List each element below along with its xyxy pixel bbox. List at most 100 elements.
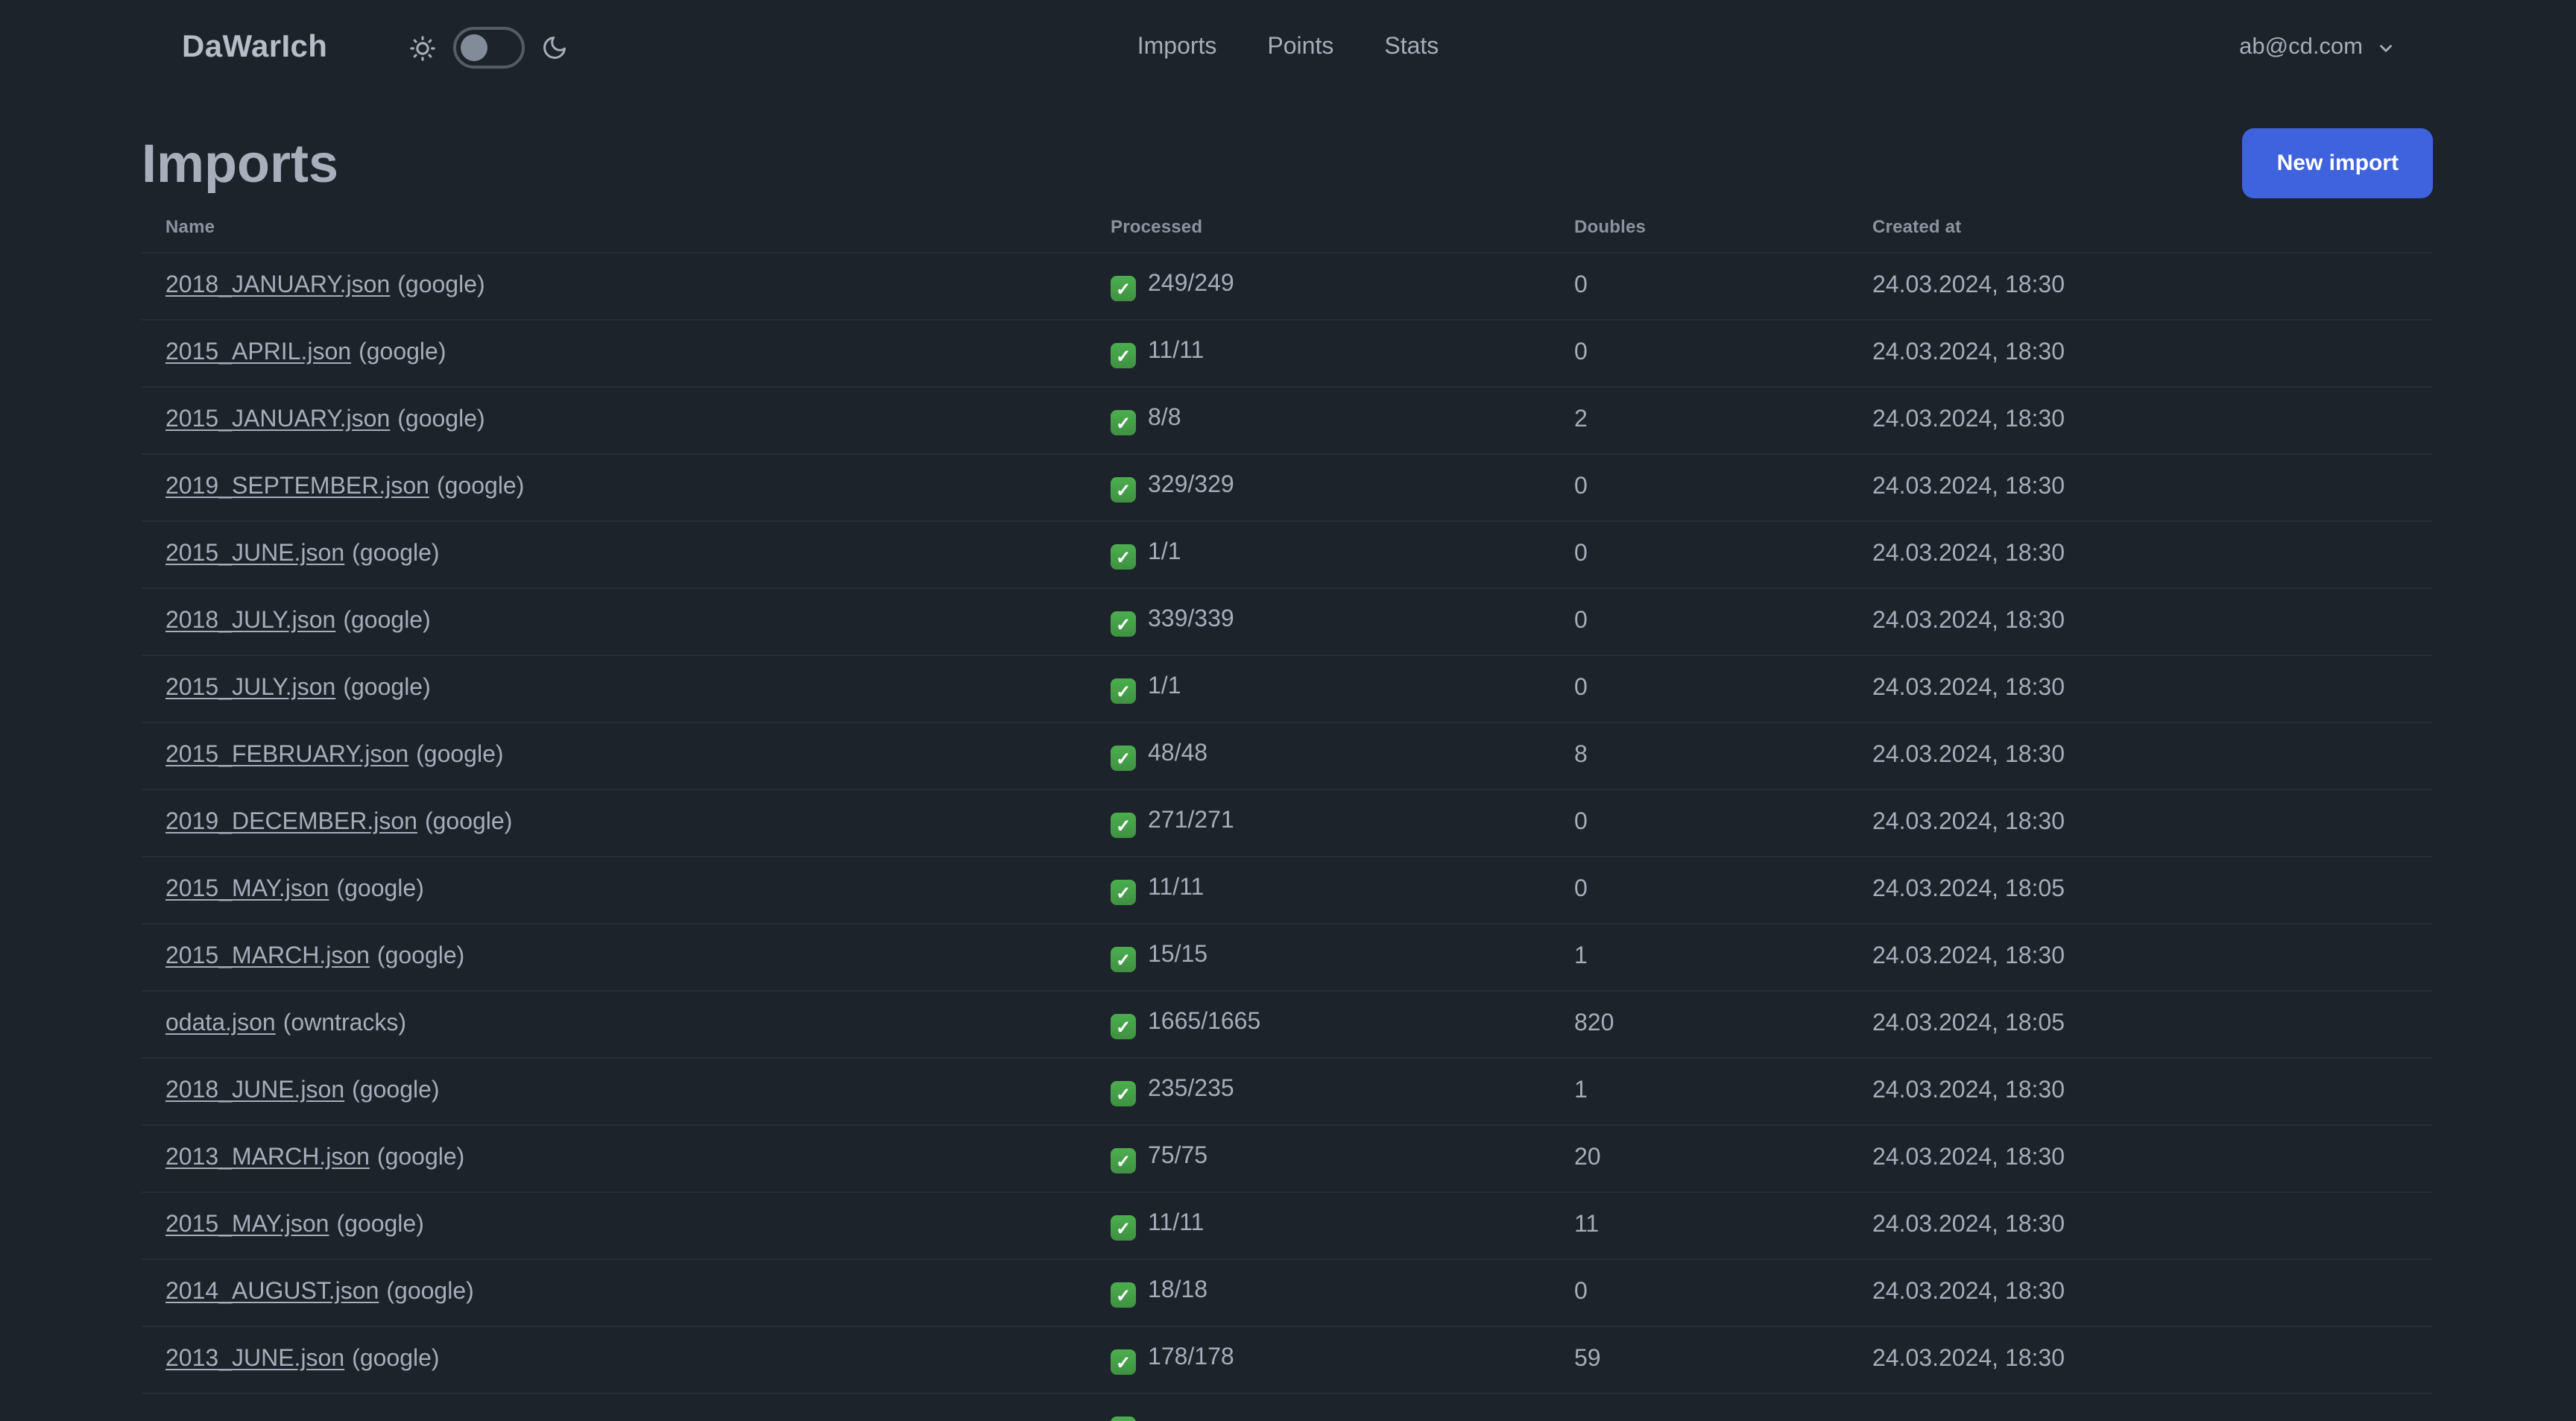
check-icon: ✓ (1111, 813, 1136, 839)
doubles-cell: 0 (1550, 521, 1849, 589)
created-at-cell: 24.03.2024, 18:30 (1849, 1058, 2433, 1126)
processed-cell: ✓ 329/329 (1087, 454, 1550, 522)
table-row: 2015_MAY.json (google) ✓ 11/11 11 24.03.20… (142, 1192, 2433, 1260)
doubles-cell: 0 (1550, 1259, 1849, 1327)
col-header-created-at: Created at (1849, 198, 2433, 253)
created-at-cell: 24.03.2024, 18:05 (1849, 857, 2433, 924)
processed-cell: ✓ 339/339 (1087, 588, 1550, 656)
name-cell: 2019_DECEMBER.json (google) (142, 790, 1087, 857)
theme-toggle-group (408, 27, 567, 69)
app-window: DaWarIch Imports Points Stats ab@cd.com (0, 0, 2576, 1421)
check-icon: ✓ (1111, 1148, 1136, 1174)
table-row: 2014_AUGUST.json (google) ✓ 18/18 0 24.03.… (142, 1259, 2433, 1327)
created-at-cell: 24.03.2024, 18:30 (1849, 521, 2433, 589)
import-file-link[interactable]: 2019_SEPTEMBER.json (165, 474, 429, 500)
check-icon: ✓ (1111, 880, 1136, 906)
col-header-doubles: Doubles (1550, 198, 1849, 253)
name-cell: 2015_MARCH.json (google) (142, 924, 1087, 992)
table-row: 2013_JUNE.json (google) ✓ 178/178 59 24.03… (142, 1326, 2433, 1394)
doubles-cell: 0 (1550, 253, 1849, 321)
import-file-link[interactable]: 2018_JULY.json (165, 608, 335, 634)
processed-cell: ✓ 1665/1665 (1087, 991, 1550, 1059)
processed-cell: ✓ 1/1 (1087, 655, 1550, 723)
name-cell (142, 1393, 1087, 1421)
imports-table-head: Name Processed Doubles Created at (142, 198, 2433, 253)
created-at-cell: 24.03.2024, 18:30 (1849, 454, 2433, 522)
doubles-cell: 1 (1550, 1058, 1849, 1126)
user-menu[interactable]: ab@cd.com (2239, 34, 2396, 61)
table-row: 2018_JUNE.json (google) ✓ 235/235 1 24.03.… (142, 1058, 2433, 1126)
processed-count: 15/15 (1148, 942, 1208, 968)
app-logo[interactable]: DaWarIch (182, 30, 327, 66)
processed-cell: ✓ 8/8 (1087, 387, 1550, 455)
import-file-link[interactable]: 2015_FEBRUARY.json (165, 743, 408, 768)
processed-count: 235/235 (1148, 1076, 1234, 1102)
import-file-link[interactable]: 2015_JULY.json (165, 675, 335, 701)
table-row: ✓ (142, 1393, 2433, 1421)
name-cell: 2015_JULY.json (google) (142, 655, 1087, 723)
created-at-cell: 24.03.2024, 18:30 (1849, 1192, 2433, 1260)
import-file-link[interactable]: 2013_MARCH.json (165, 1145, 370, 1170)
name-cell: 2015_JUNE.json (google) (142, 521, 1087, 589)
doubles-cell: 0 (1550, 790, 1849, 857)
import-file-link[interactable]: 2015_APRIL.json (165, 340, 351, 365)
processed-cell: ✓ (1087, 1393, 1550, 1421)
processed-count: 8/8 (1148, 405, 1181, 431)
processed-cell: ✓ 271/271 (1087, 790, 1550, 857)
user-email: ab@cd.com (2239, 34, 2363, 60)
created-at-cell: 24.03.2024, 18:30 (1849, 924, 2433, 992)
import-file-link[interactable]: 2019_DECEMBER.json (165, 810, 417, 835)
check-icon: ✓ (1111, 1417, 1136, 1421)
doubles-cell: 0 (1550, 320, 1849, 388)
doubles-cell: 0 (1550, 857, 1849, 924)
import-source: (google) (436, 474, 525, 500)
nav-link-points[interactable]: Points (1267, 34, 1333, 61)
new-import-button[interactable]: New import (2242, 128, 2433, 198)
created-at-cell: 24.03.2024, 18:30 (1849, 1259, 2433, 1327)
nav-link-imports[interactable]: Imports (1137, 34, 1217, 61)
name-cell: 2018_JUNE.json (google) (142, 1058, 1087, 1126)
doubles-cell: 8 (1550, 722, 1849, 790)
processed-cell: ✓ 1/1 (1087, 521, 1550, 589)
table-row: 2015_JUNE.json (google) ✓ 1/1 0 24.03.2024… (142, 521, 2433, 589)
theme-toggle-knob (460, 34, 487, 61)
import-source: (google) (352, 1078, 440, 1103)
name-cell: 2019_SEPTEMBER.json (google) (142, 454, 1087, 522)
processed-cell: ✓ 15/15 (1087, 924, 1550, 992)
processed-count: 18/18 (1148, 1277, 1208, 1303)
main-nav: Imports Points Stats (1137, 34, 1439, 61)
import-file-link[interactable]: 2015_MAY.json (165, 1212, 329, 1238)
import-file-link[interactable]: 2018_JANUARY.json (165, 273, 390, 298)
processed-count: 249/249 (1148, 271, 1234, 297)
import-file-link[interactable]: 2015_MARCH.json (165, 944, 370, 969)
name-cell: 2015_MAY.json (google) (142, 1192, 1087, 1260)
import-source: (google) (336, 1212, 424, 1238)
check-icon: ✓ (1111, 746, 1136, 772)
import-file-link[interactable]: 2013_JUNE.json (165, 1346, 344, 1372)
nav-link-stats[interactable]: Stats (1384, 34, 1439, 61)
import-source: (google) (424, 810, 513, 835)
name-cell: odata.json (owntracks) (142, 991, 1087, 1059)
doubles-cell: 0 (1550, 655, 1849, 723)
table-row: 2015_MARCH.json (google) ✓ 15/15 1 24.03.2… (142, 924, 2433, 992)
processed-cell: ✓ 249/249 (1087, 253, 1550, 321)
processed-count: 11/11 (1148, 1210, 1205, 1236)
import-file-link[interactable]: 2018_JUNE.json (165, 1078, 344, 1103)
table-row: 2015_APRIL.json (google) ✓ 11/11 0 24.03.2… (142, 320, 2433, 388)
import-file-link[interactable]: odata.json (165, 1011, 276, 1036)
doubles-cell: 2 (1550, 387, 1849, 455)
check-icon: ✓ (1111, 1282, 1136, 1308)
table-row: 2015_FEBRUARY.json (google) ✓ 48/48 8 24.0… (142, 722, 2433, 790)
import-file-link[interactable]: 2015_JANUARY.json (165, 407, 390, 432)
import-file-link[interactable]: 2015_JUNE.json (165, 541, 344, 567)
table-row: 2018_JULY.json (google) ✓ 339/339 0 24.03.… (142, 588, 2433, 656)
name-cell: 2013_JUNE.json (google) (142, 1326, 1087, 1394)
import-file-link[interactable]: 2015_MAY.json (165, 877, 329, 902)
import-source: (google) (352, 541, 440, 567)
check-icon: ✓ (1111, 544, 1136, 570)
created-at-cell: 24.03.2024, 18:30 (1849, 253, 2433, 321)
processed-count: 48/48 (1148, 740, 1208, 766)
doubles-cell: 0 (1550, 588, 1849, 656)
theme-toggle[interactable] (452, 27, 525, 69)
import-file-link[interactable]: 2014_AUGUST.json (165, 1279, 379, 1305)
